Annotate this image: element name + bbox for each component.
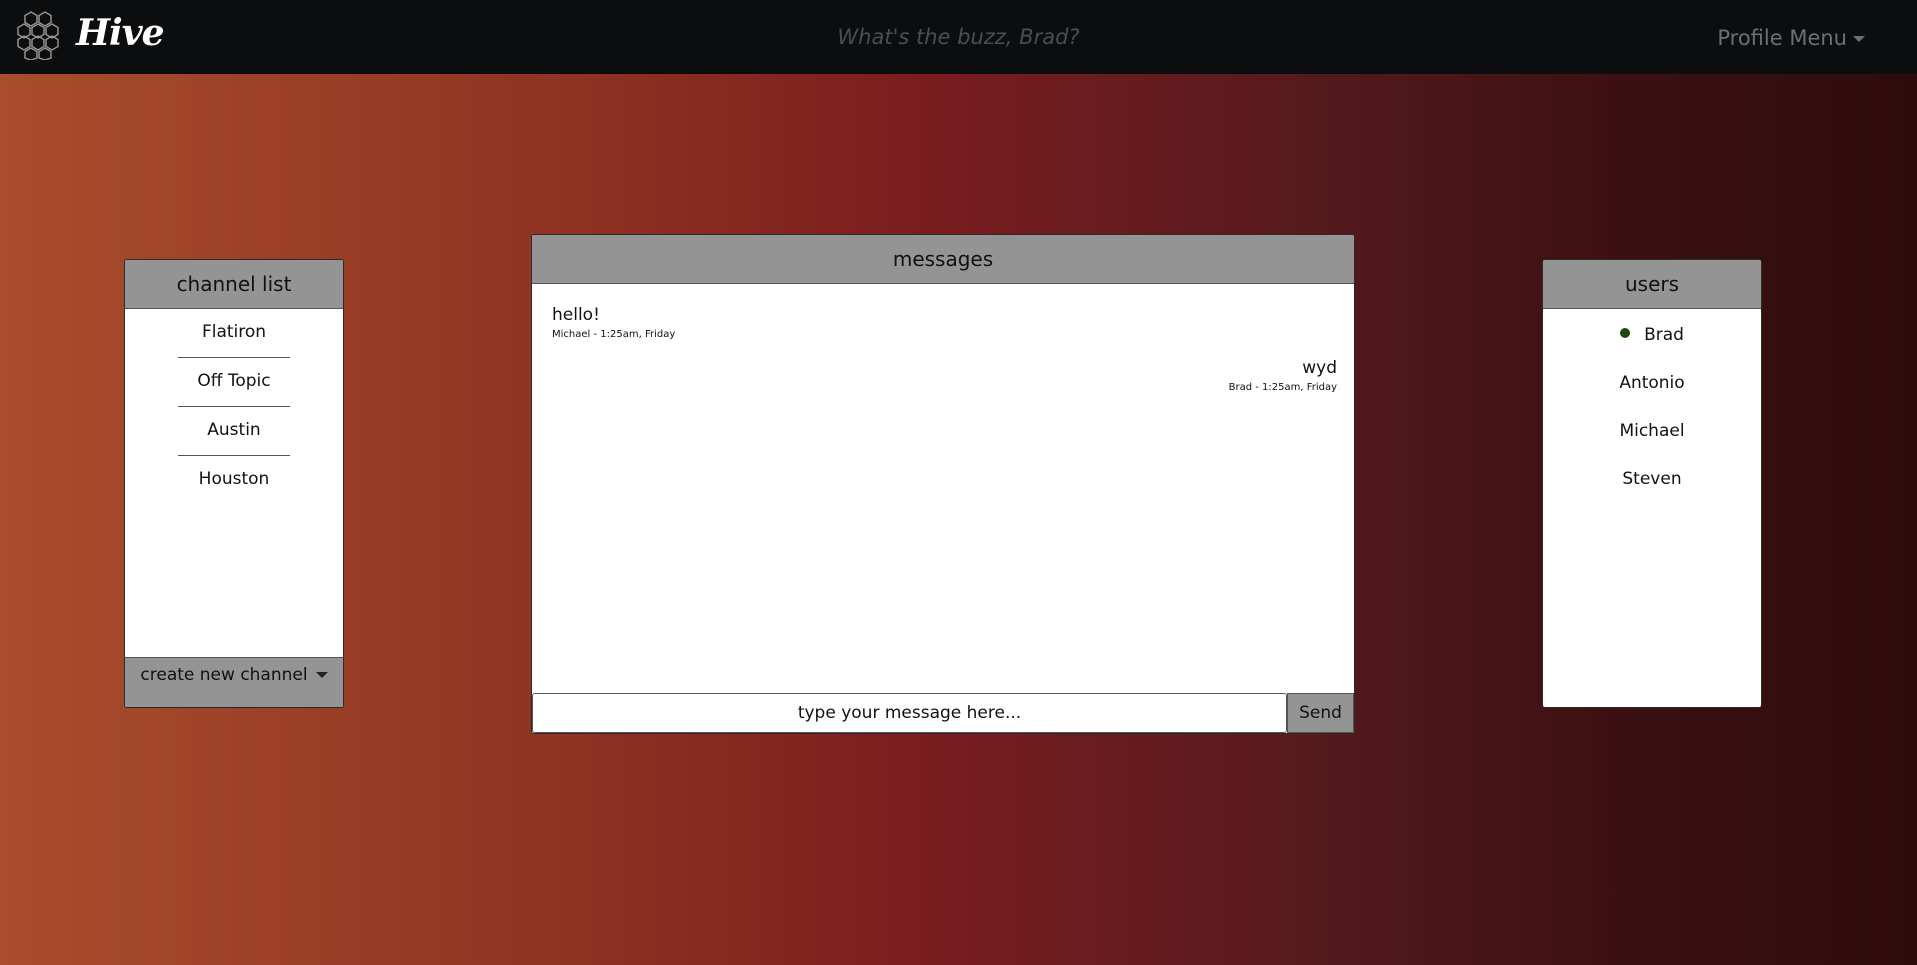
- tagline: What's the buzz, Brad?: [837, 25, 1080, 49]
- user-item-steven[interactable]: Steven: [1543, 455, 1761, 503]
- chevron-down-icon: [315, 672, 328, 678]
- channel-item-austin[interactable]: Austin: [178, 407, 290, 456]
- user-name: Steven: [1622, 469, 1682, 489]
- user-name: Antonio: [1619, 373, 1685, 393]
- user-name: Michael: [1619, 421, 1685, 441]
- message-item: hello! Michael - 1:25am, Friday: [552, 305, 675, 340]
- channel-item-off-topic[interactable]: Off Topic: [178, 358, 290, 407]
- messages-header: messages: [532, 235, 1354, 284]
- channel-list-panel: channel list Flatiron Off Topic Austin H…: [124, 259, 344, 708]
- user-name: Brad: [1644, 325, 1684, 345]
- user-item-brad[interactable]: Brad: [1543, 311, 1761, 359]
- user-list: Brad Antonio Michael Steven: [1543, 311, 1761, 503]
- message-item: wyd Brad - 1:25am, Friday: [1229, 358, 1337, 393]
- message-composer: Send: [532, 693, 1354, 733]
- message-meta: Michael - 1:25am, Friday: [552, 329, 676, 340]
- message-input[interactable]: [532, 693, 1287, 733]
- message-text: hello!: [552, 305, 600, 325]
- online-status-icon: [1620, 328, 1631, 338]
- users-header: users: [1543, 260, 1761, 309]
- create-channel-label: create new channel: [140, 665, 308, 685]
- channel-item-houston[interactable]: Houston: [178, 456, 290, 505]
- channel-list-header: channel list: [125, 260, 343, 309]
- user-item-michael[interactable]: Michael: [1543, 407, 1761, 455]
- send-button[interactable]: Send: [1287, 693, 1354, 733]
- users-panel: users Brad Antonio Michael Steven: [1542, 259, 1762, 708]
- channel-item-flatiron[interactable]: Flatiron: [178, 309, 290, 358]
- channel-list: Flatiron Off Topic Austin Houston: [125, 309, 343, 505]
- top-navbar: Hive What's the buzz, Brad? Profile Menu: [0, 0, 1917, 74]
- messages-panel: messages hello! Michael - 1:25am, Friday…: [531, 234, 1355, 734]
- chevron-down-icon: [1853, 36, 1865, 42]
- message-meta: Brad - 1:25am, Friday: [1228, 382, 1337, 393]
- profile-menu-dropdown[interactable]: Profile Menu: [1717, 26, 1865, 50]
- message-text: wyd: [1302, 358, 1337, 378]
- profile-menu-label: Profile Menu: [1717, 26, 1847, 50]
- create-channel-dropdown[interactable]: create new channel: [125, 657, 343, 707]
- user-item-antonio[interactable]: Antonio: [1543, 359, 1761, 407]
